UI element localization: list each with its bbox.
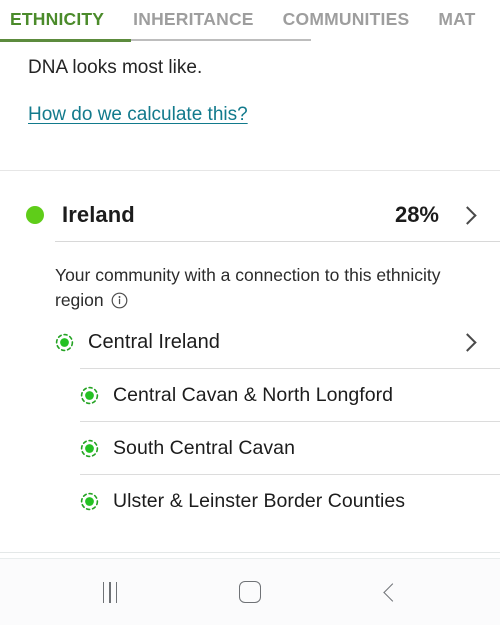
community-dotted-circle-icon <box>55 333 74 352</box>
community-dotted-circle-icon <box>80 439 99 458</box>
community-label: South Central Cavan <box>113 436 295 459</box>
community-label: Ulster & Leinster Border Counties <box>113 489 406 512</box>
community-row-central-ireland[interactable]: Central Ireland <box>0 316 500 368</box>
ethnicity-region-row-ireland[interactable]: Ireland 28% <box>0 189 500 241</box>
intro-text: DNA looks most like. <box>28 57 203 78</box>
home-icon <box>239 581 261 603</box>
community-label: Central Ireland <box>88 330 220 353</box>
tab-strip[interactable]: ETHNICITY INHERITANCE COMMUNITIES MAT <box>0 0 500 40</box>
chevron-right-icon[interactable] <box>458 332 477 352</box>
community-row-south-central-cavan[interactable]: South Central Cavan <box>0 422 500 474</box>
community-dotted-circle-icon <box>80 492 99 511</box>
divider-above-region <box>0 170 500 171</box>
tab-bar: ETHNICITY INHERITANCE COMMUNITIES MAT <box>0 0 500 45</box>
recents-icon <box>102 581 118 603</box>
recents-button[interactable] <box>80 567 140 617</box>
tab-inheritance[interactable]: INHERITANCE <box>133 0 254 29</box>
community-dotted-circle-icon <box>80 386 99 405</box>
community-row-central-cavan-north-longford[interactable]: Central Cavan & North Longford <box>0 369 500 421</box>
community-label: Central Cavan & North Longford <box>113 383 394 406</box>
tab-underline-active <box>0 39 131 42</box>
chevron-right-icon[interactable] <box>458 205 477 225</box>
ethnicity-dot-icon <box>26 206 44 224</box>
android-navigation-bar <box>0 558 500 625</box>
home-button[interactable] <box>220 567 280 617</box>
divider-bottom <box>0 552 500 553</box>
back-button[interactable] <box>360 567 420 617</box>
community-row-ulster-leinster-border-counties[interactable]: Ulster & Leinster Border Counties <box>0 475 500 527</box>
tab-ethnicity[interactable]: ETHNICITY <box>10 0 104 29</box>
tab-communities[interactable]: COMMUNITIES <box>283 0 410 29</box>
tab-underline-inactive <box>131 39 311 41</box>
community-caption: Your community with a connection to this… <box>0 242 500 316</box>
tab-matches[interactable]: MAT <box>438 0 475 29</box>
back-icon <box>382 582 402 602</box>
intro-block: DNA looks most like. How do we calculate… <box>0 45 500 127</box>
app-screen: ETHNICITY INHERITANCE COMMUNITIES MAT DN… <box>0 0 500 625</box>
content-scroll-area[interactable]: DNA looks most like. How do we calculate… <box>0 45 500 558</box>
ethnicity-region-name: Ireland <box>62 202 135 227</box>
how-do-we-calculate-link[interactable]: How do we calculate this? <box>28 103 248 127</box>
ethnicity-region-percent: 28% <box>394 202 439 227</box>
info-circle-icon[interactable] <box>111 291 128 316</box>
